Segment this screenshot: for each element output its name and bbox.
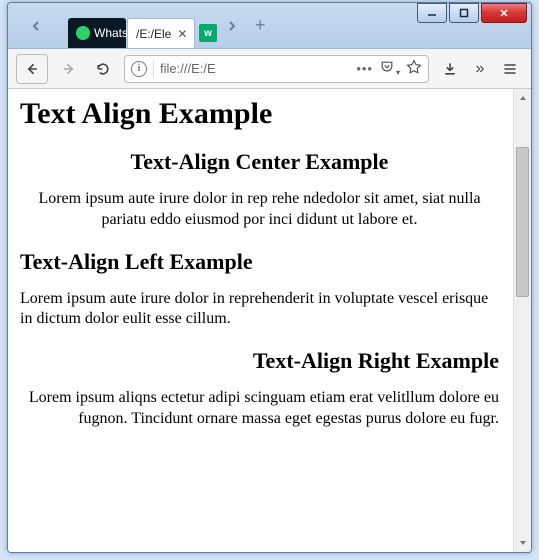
back-button[interactable] <box>16 54 48 84</box>
w3schools-icon: w <box>199 24 217 42</box>
scroll-up-icon[interactable] <box>514 89 531 107</box>
close-icon[interactable]: ✕ <box>177 27 187 41</box>
overflow-button[interactable]: » <box>467 56 493 82</box>
bookmark-star-icon[interactable] <box>406 59 422 78</box>
tab-file-active[interactable]: /E:/Ele ✕ <box>127 18 195 48</box>
site-info-icon[interactable]: i <box>131 61 147 77</box>
titlebar: Whats /E:/Ele ✕ w + <box>8 3 531 49</box>
whatsapp-icon <box>76 26 90 40</box>
scroll-track[interactable] <box>514 107 531 534</box>
chevron-left-icon[interactable] <box>29 19 43 33</box>
reload-button[interactable] <box>90 56 116 82</box>
new-tab-button[interactable]: + <box>249 15 272 36</box>
tab-w3schools[interactable]: w <box>196 18 220 48</box>
page-content: Text Align Example Text-Align Center Exa… <box>8 89 511 552</box>
heading-center: Text-Align Center Example <box>20 149 499 175</box>
scroll-thumb[interactable] <box>516 147 529 297</box>
url-text: file:///E:/E <box>160 61 350 76</box>
heading-right: Text-Align Right Example <box>20 348 499 374</box>
page-viewport: Text Align Example Text-Align Center Exa… <box>8 89 531 552</box>
forward-button[interactable] <box>56 56 82 82</box>
menu-button[interactable] <box>497 56 523 82</box>
paragraph-right: Lorem ipsum aliqns ectetur adipi scingua… <box>20 388 499 430</box>
tabstrip-scroll-controls <box>8 3 64 48</box>
maximize-button[interactable] <box>449 3 479 23</box>
chevron-right-icon[interactable] <box>225 19 239 33</box>
scroll-down-icon[interactable] <box>514 534 531 552</box>
tab-strip: Whats /E:/Ele ✕ w + <box>8 3 415 48</box>
toolbar-right: » <box>437 56 523 82</box>
page-title: Text Align Example <box>20 97 499 131</box>
downloads-button[interactable] <box>437 56 463 82</box>
paragraph-left: Lorem ipsum aute irure dolor in reprehen… <box>20 289 499 331</box>
separator <box>153 60 154 78</box>
tab-label: /E:/Ele <box>136 27 171 41</box>
vertical-scrollbar[interactable] <box>513 89 531 552</box>
paragraph-center: Lorem ipsum aute irure dolor in rep rehe… <box>20 189 499 231</box>
pocket-icon[interactable]: ▾ <box>379 59 400 78</box>
page-actions-icon[interactable]: ••• <box>356 61 373 76</box>
close-button[interactable] <box>481 3 527 23</box>
heading-left: Text-Align Left Example <box>20 249 499 275</box>
address-bar[interactable]: i file:///E:/E ••• ▾ <box>124 55 429 83</box>
browser-window: Whats /E:/Ele ✕ w + <box>7 2 532 553</box>
minimize-button[interactable] <box>417 3 447 23</box>
nav-toolbar: i file:///E:/E ••• ▾ » <box>8 49 531 89</box>
window-controls <box>415 3 531 48</box>
tab-whatsapp[interactable]: Whats <box>68 18 126 48</box>
tab-label: Whats <box>94 26 128 40</box>
